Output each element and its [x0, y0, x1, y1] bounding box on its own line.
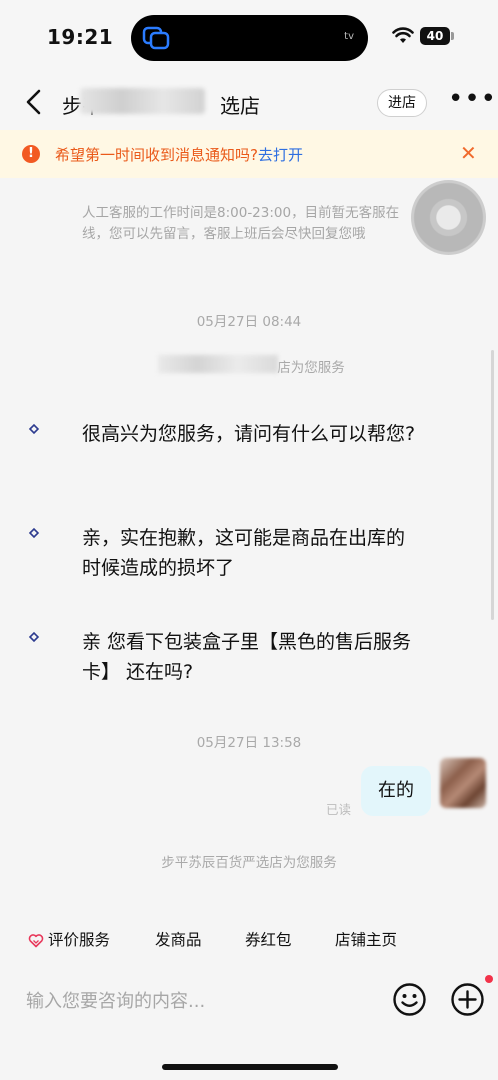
message-input[interactable]: 输入您要咨询的内容...	[26, 987, 205, 1013]
my-message-bubble[interactable]: 在的	[361, 766, 431, 816]
agent-avatar-icon	[28, 631, 40, 643]
back-arrow-icon[interactable]	[22, 88, 46, 116]
emoji-icon[interactable]	[392, 982, 427, 1017]
message-text: 很高兴为您服务，请问有什么可以帮您?	[82, 423, 416, 445]
app-switch-icon	[142, 26, 170, 50]
status-bar: 19:21 tv 40	[0, 0, 498, 76]
battery-tip	[451, 32, 454, 40]
heart-icon	[28, 934, 44, 948]
clock: 19:21	[47, 25, 114, 49]
home-indicator[interactable]	[162, 1064, 338, 1070]
message-text: 亲，实在抱歉，这可能是商品在出库的时候造成的损坏了	[82, 527, 406, 579]
close-icon[interactable]: ✕	[460, 141, 477, 165]
shop-home-button[interactable]: 店铺主页	[335, 928, 397, 950]
more-options-button[interactable]: •••	[448, 86, 496, 118]
scrollbar[interactable]	[491, 350, 494, 620]
chat-header: 步平选店 进店 •••	[0, 76, 498, 130]
battery-icon: 40	[420, 27, 450, 45]
notification-banner: ! 希望第一时间收到消息通知吗?去打开 ✕	[0, 130, 498, 178]
message-input-bar: 输入您要咨询的内容...	[0, 965, 498, 1035]
agent-avatar-icon	[28, 527, 40, 539]
dynamic-island: tv	[131, 15, 368, 61]
read-status: 已读	[326, 802, 352, 817]
message-text: 亲 您看下包装盒子里【黑色的售后服务卡】 还在吗?	[82, 631, 412, 683]
notification-message: 希望第一时间收到消息通知吗?	[55, 146, 258, 164]
wifi-icon	[392, 27, 414, 43]
timestamp: 05月27日 08:44	[196, 314, 302, 330]
agent-avatar-icon	[28, 423, 40, 435]
review-service-button[interactable]: 评价服务	[48, 928, 110, 950]
timestamp: 05月27日 13:58	[196, 735, 302, 751]
plus-icon[interactable]	[450, 982, 485, 1017]
coupon-button[interactable]: 券红包	[245, 928, 292, 950]
notification-dot	[485, 975, 493, 983]
floating-assistive-button[interactable]	[411, 180, 486, 255]
send-product-button[interactable]: 发商品	[155, 928, 202, 950]
warning-icon: !	[22, 145, 40, 163]
service-note-text: 店为您服务	[277, 360, 345, 376]
system-message: 人工客服的工作时间是8:00-23:00，目前暂无客服在线，您可以先留言，客服上…	[82, 205, 400, 242]
service-note: 步平苏辰百货严选店为您服务	[161, 855, 337, 871]
enter-store-button[interactable]: 进店	[377, 89, 427, 117]
user-avatar[interactable]	[440, 758, 486, 808]
mosaic-redaction	[80, 88, 205, 114]
apple-tv-icon: tv	[344, 31, 354, 42]
enable-notification-link[interactable]: 去打开	[258, 146, 303, 164]
notification-text: 希望第一时间收到消息通知吗?去打开	[55, 144, 303, 165]
quick-actions-bar: 评价服务 发商品 券红包 店铺主页	[0, 918, 498, 962]
mosaic-redaction	[158, 355, 278, 373]
shop-name-end: 选店	[220, 94, 260, 118]
tv-label: tv	[344, 31, 354, 42]
